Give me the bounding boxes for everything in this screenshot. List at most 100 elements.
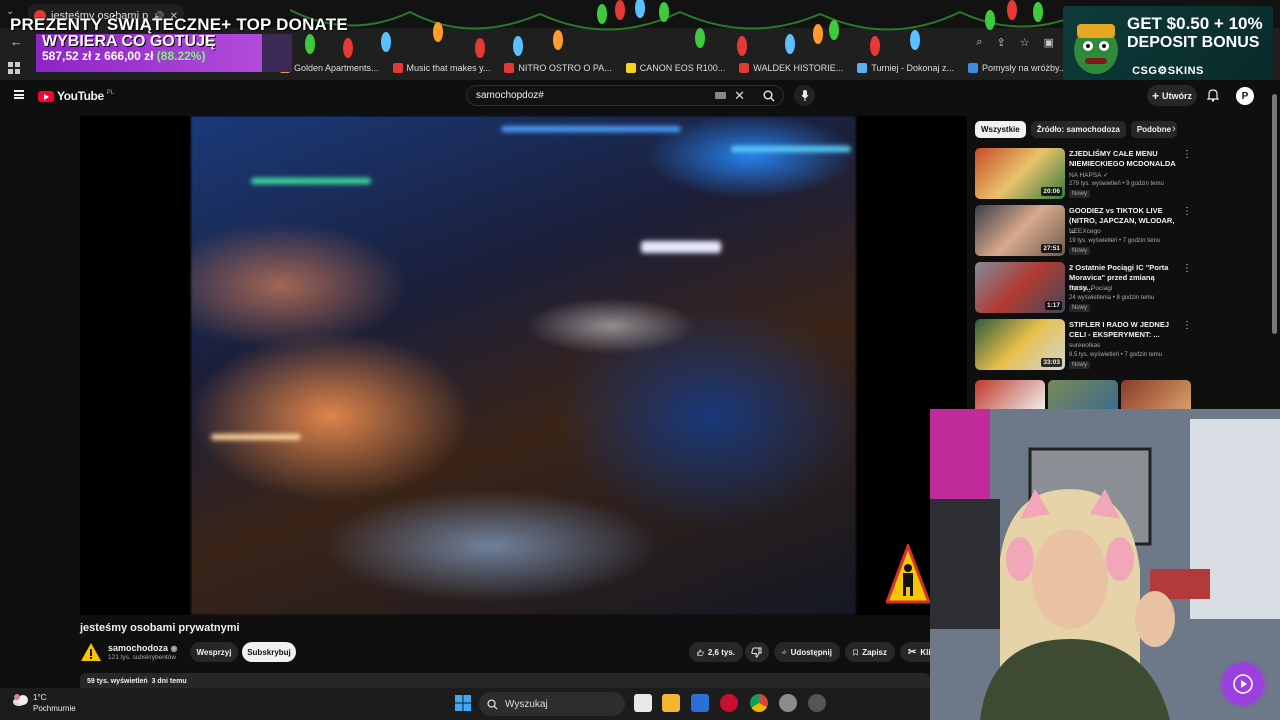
light-streak xyxy=(251,178,371,184)
recommendation-item[interactable]: 27:51 GOODIEZ vs TIKTOK LIVE (NITRO, JAPC… xyxy=(975,205,1195,257)
extension-icon[interactable]: ▣ xyxy=(1044,36,1054,49)
channel-label: NA HAPSA xyxy=(1069,172,1102,179)
recommendation-channel[interactable]: NEEXcego xyxy=(1069,228,1101,235)
shorts-thumbnail[interactable] xyxy=(1048,380,1118,410)
filter-chips: Wszystkie Źródło: samochodoza Podobne xyxy=(975,121,1178,138)
recommendation-channel[interactable]: Epoka_Pociagi xyxy=(1069,285,1112,292)
bookmark-label: Music that makes y... xyxy=(406,63,491,73)
filter-chip[interactable]: Wszystkie xyxy=(975,121,1026,138)
bookmark-item[interactable]: WALDEK HISTORIE... xyxy=(739,63,843,73)
task-view-icon[interactable] xyxy=(634,694,652,712)
recommendation-title[interactable]: STIFLER I RADO W JEDNEJ CELI - EKSPERYME… xyxy=(1069,320,1177,340)
search-input[interactable] xyxy=(467,90,716,101)
support-button[interactable]: Wesprzyj xyxy=(190,642,238,662)
share-button[interactable]: Udostępnij xyxy=(774,642,840,662)
bookmark-favicon-icon xyxy=(625,63,636,73)
channel-name[interactable]: samochodoza ◉ xyxy=(108,643,178,653)
bookmark-item[interactable]: NITRO OSTRO O PA... xyxy=(504,63,612,73)
more-options-icon[interactable]: ⋮ xyxy=(1182,320,1192,331)
bookmark-item[interactable]: CANON EOS R100... xyxy=(625,63,725,73)
donation-amount: 587,52 zł z 666,00 zł (88.22%) xyxy=(42,49,205,63)
bookmark-item[interactable]: Pomysły na wróżby... xyxy=(968,63,1066,73)
youtube-wordmark: YouTube xyxy=(57,89,104,103)
bookmark-item[interactable]: Turniej - Dokonaj z... xyxy=(857,63,954,73)
more-options-icon[interactable]: ⋮ xyxy=(1182,263,1192,274)
bookmark-label: NITRO OSTRO O PA... xyxy=(518,63,612,73)
taskbar-search[interactable]: Wyszukaj xyxy=(479,692,625,716)
clip-button[interactable]: ✂ Kli xyxy=(900,642,931,662)
channel-avatar-warning-icon[interactable] xyxy=(80,641,102,663)
shorts-thumbnail[interactable] xyxy=(1121,380,1191,410)
play-circle-icon xyxy=(1233,674,1253,694)
filter-chip[interactable]: Źródło: samochodoza xyxy=(1030,121,1126,138)
voice-search-button[interactable] xyxy=(794,85,815,106)
browser-toolbar-icons: ⌕ ⇪ ☆ ▣ xyxy=(976,36,1054,49)
account-avatar[interactable]: P xyxy=(1236,87,1254,105)
page-scrollbar[interactable] xyxy=(1271,82,1278,410)
recommendation-channel[interactable]: NA HAPSA ✓ xyxy=(1069,171,1108,179)
play-button-icon[interactable] xyxy=(1222,663,1264,705)
file-explorer-icon[interactable] xyxy=(662,694,680,712)
keyboard-icon[interactable] xyxy=(715,92,727,99)
save-label: Zapisz xyxy=(862,647,887,657)
subscribe-button[interactable]: Subskrybuj xyxy=(242,642,296,662)
verified-icon: ◉ xyxy=(170,644,178,653)
video-frame[interactable] xyxy=(191,116,856,615)
chevron-right-icon[interactable]: › xyxy=(1172,123,1176,135)
video-thumbnail[interactable]: 27:51 xyxy=(975,205,1065,256)
shorts-thumbnail[interactable] xyxy=(975,380,1045,410)
windows-taskbar: 1°C Pochmurnie Wyszukaj xyxy=(0,688,930,720)
dislike-button[interactable] xyxy=(745,642,769,662)
search-button[interactable] xyxy=(755,86,783,105)
windows-start-icon[interactable] xyxy=(455,695,471,711)
bookmark-favicon-icon xyxy=(857,63,868,73)
recommendation-item[interactable]: 33:03 STIFLER I RADO W JEDNEJ CELI - EKSP… xyxy=(975,319,1195,371)
app-icon[interactable] xyxy=(808,694,826,712)
menu-icon[interactable] xyxy=(14,90,24,99)
bookmark-star-icon[interactable]: ☆ xyxy=(1020,36,1030,49)
share-page-icon[interactable]: ⇪ xyxy=(997,36,1006,49)
bookmark-favicon-icon xyxy=(968,63,979,73)
subscriber-count: 121 tys. subskrybentów xyxy=(108,654,176,661)
channel-name-text: samochodoza xyxy=(108,643,169,653)
bookmark-item[interactable]: Music that makes y... xyxy=(392,63,491,73)
video-thumbnail[interactable]: 33:03 xyxy=(975,319,1065,370)
bookmark-favicon-icon xyxy=(739,63,750,73)
video-title: jesteśmy osobami prywatnymi xyxy=(80,622,240,634)
video-thumbnail[interactable]: 1:17 xyxy=(975,262,1065,313)
opera-icon[interactable] xyxy=(720,694,738,712)
recommendation-title[interactable]: ZJEDLIŚMY CAŁE MENU NIEMIECKIEGO MCDONAL… xyxy=(1069,149,1177,169)
new-badge: Nowy xyxy=(1069,247,1091,255)
light-streak xyxy=(641,241,721,253)
recommendation-meta: 8,5 tys. wyświetleń • 7 godzin temu xyxy=(1069,352,1163,358)
youtube-logo[interactable]: YouTube PL xyxy=(38,89,114,103)
more-options-icon[interactable]: ⋮ xyxy=(1182,149,1192,160)
recommendation-item[interactable]: 1:17 2 Ostatnie Pociągi IC "Porta Moravic… xyxy=(975,262,1195,314)
youtube-play-icon xyxy=(38,90,54,102)
settings-gear-icon[interactable] xyxy=(779,694,797,712)
recommendation-item[interactable]: 20:06 ZJEDLIŚMY CAŁE MENU NIEMIECKIEGO MC… xyxy=(975,148,1195,200)
share-label: Udostępnij xyxy=(790,647,832,657)
filter-chip[interactable]: Podobne xyxy=(1130,121,1178,138)
verified-icon: ✓ xyxy=(1102,172,1109,179)
store-icon[interactable] xyxy=(691,694,709,712)
notifications-bell-icon[interactable] xyxy=(1207,88,1219,102)
scrollbar-thumb[interactable] xyxy=(1272,94,1277,334)
light-streak xyxy=(501,126,681,132)
save-button[interactable]: Zapisz xyxy=(845,642,895,662)
donation-percent: (88.22%) xyxy=(156,49,206,63)
zoom-icon[interactable]: ⌕ xyxy=(976,36,982,49)
video-thumbnail[interactable]: 20:06 xyxy=(975,148,1065,199)
scissors-icon: ✂ xyxy=(908,646,917,658)
sponsor-ad[interactable]: GET $0.50 + 10% DEPOSIT BONUS CSG⚙SKINS xyxy=(1063,6,1273,80)
clear-search-icon[interactable]: ✕ xyxy=(734,88,745,104)
weather-description: Pochmurnie xyxy=(33,704,76,713)
video-player[interactable] xyxy=(80,116,967,615)
recommendation-channel[interactable]: sureeolkas xyxy=(1069,342,1100,349)
create-button[interactable]: + Utwórz xyxy=(1147,85,1197,106)
chrome-icon[interactable] xyxy=(750,694,768,712)
more-options-icon[interactable]: ⋮ xyxy=(1182,206,1192,217)
channel-label: Epoka_Pociagi xyxy=(1069,285,1113,292)
like-button[interactable]: 2,6 tys. xyxy=(689,642,743,662)
share-arrow-icon xyxy=(782,649,787,655)
